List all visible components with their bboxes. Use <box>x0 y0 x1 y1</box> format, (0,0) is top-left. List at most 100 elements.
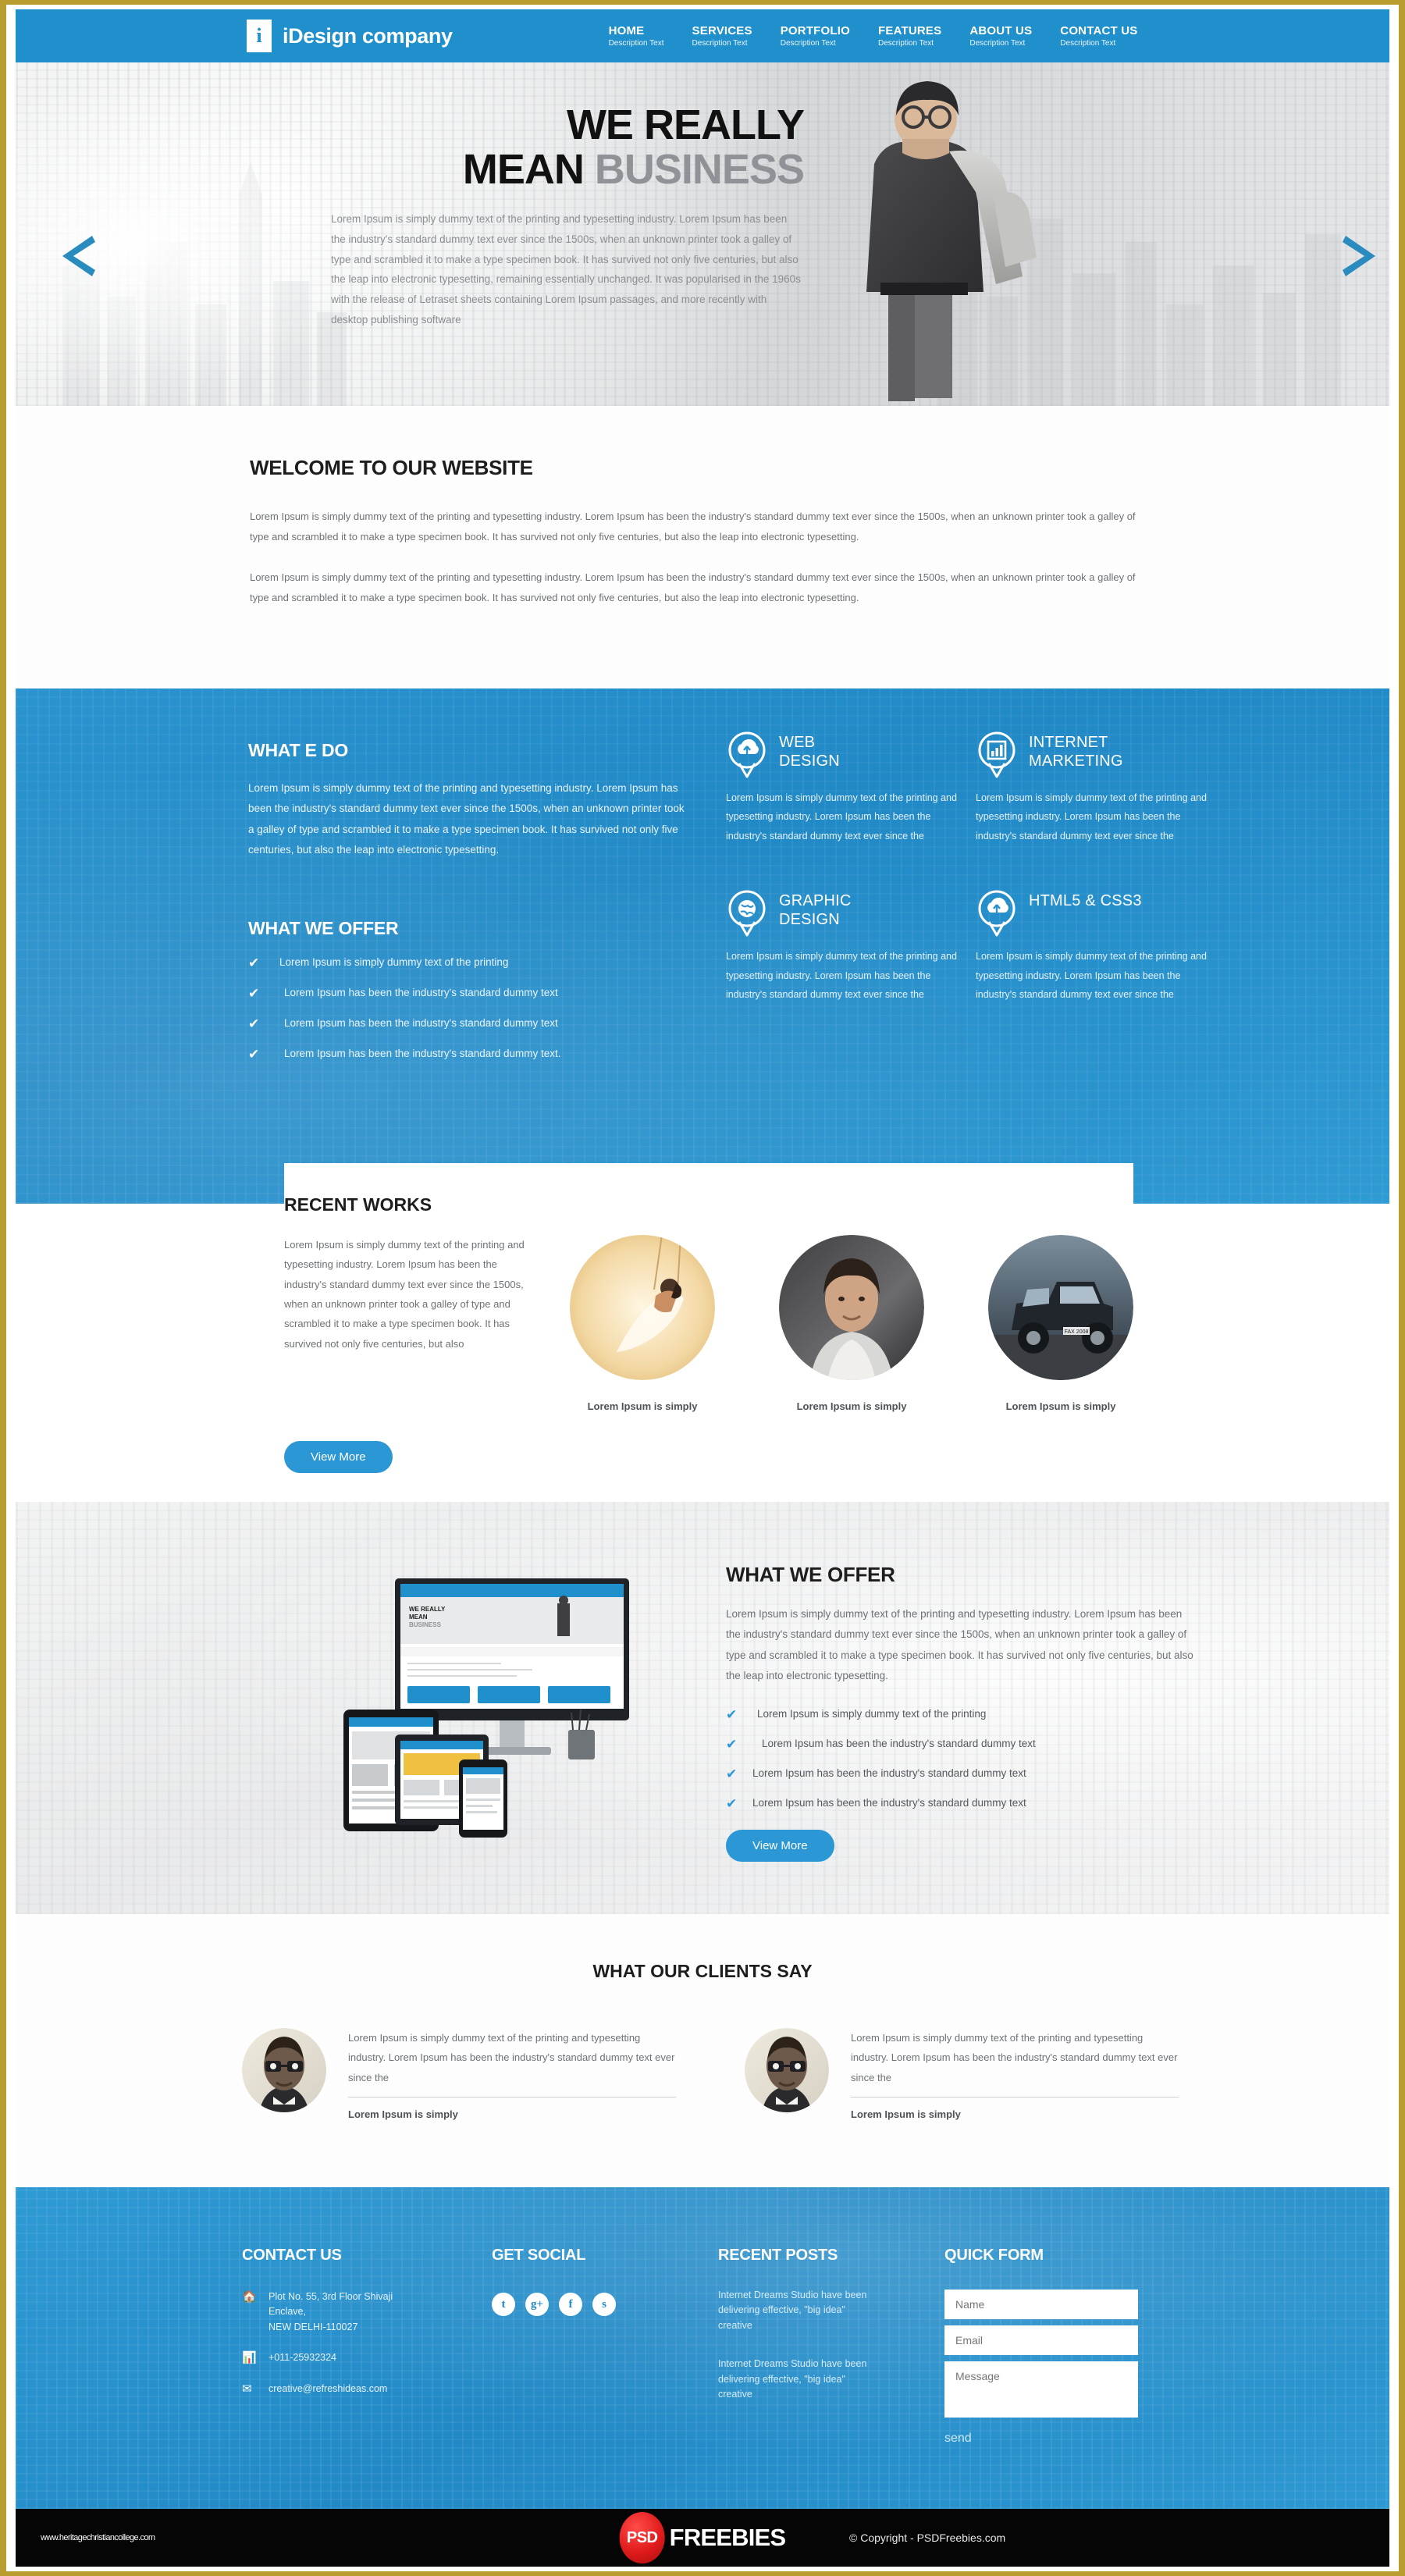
list-item-label: Lorem Ipsum has been the industry's stan… <box>284 987 558 999</box>
check-icon: ✔ <box>726 1707 738 1723</box>
address-line-3: NEW DELHI-110027 <box>269 2321 358 2332</box>
nav-label: CONTACT US <box>1060 24 1138 37</box>
footer-contact-title: CONTACT US <box>242 2247 342 2264</box>
recent-works-view-more-button[interactable]: View More <box>284 1441 393 1473</box>
testimonial-1: Lorem Ipsum is simply dummy text of the … <box>242 2028 676 2120</box>
name-field[interactable] <box>944 2290 1138 2319</box>
skype-icon[interactable]: s <box>592 2293 616 2316</box>
welcome-paragraph-2: Lorem Ipsum is simply dummy text of the … <box>250 571 1136 603</box>
nav-item-features[interactable]: FEATURES Description Text <box>878 24 941 48</box>
contact-phone[interactable]: 📊 +011-25932324 <box>242 2350 492 2366</box>
client-portrait-photo <box>242 2028 326 2112</box>
brand-name: iDesign company <box>283 23 453 48</box>
offer-view-more-button[interactable]: View More <box>726 1830 834 1862</box>
globe-pin-icon <box>726 889 768 938</box>
check-icon: ✔ <box>726 1767 738 1782</box>
google-plus-icon[interactable]: g+ <box>525 2293 549 2316</box>
check-icon: ✔ <box>726 1796 738 1812</box>
service-title-line1: INTERNET <box>1029 734 1108 751</box>
contact-email-text: creative@refreshideas.com <box>269 2382 388 2394</box>
nav-sublabel: Description Text <box>1060 39 1116 48</box>
list-item-label: Lorem Ipsum has been the industry's stan… <box>762 1738 1036 1750</box>
nav-label: ABOUT US <box>969 24 1033 37</box>
chevron-right-icon <box>1343 236 1375 276</box>
cloud-upload-pin-icon <box>726 731 768 779</box>
offer-section-title: WHAT WE OFFER <box>726 1563 895 1586</box>
welcome-paragraph-1: Lorem Ipsum is simply dummy text of the … <box>250 511 1136 543</box>
check-icon: ✔ <box>726 1737 738 1752</box>
nav-item-portfolio[interactable]: PORTFOLIO Description Text <box>781 24 850 48</box>
service-card-internet-marketing[interactable]: INTERNET MARKETING Lorem Ipsum is simply… <box>976 731 1210 845</box>
service-title-line2: DESIGN <box>779 752 840 770</box>
what-we-do-title: WHAT E DO <box>248 740 349 760</box>
nav-sublabel: Description Text <box>692 39 748 48</box>
twitter-icon[interactable]: t <box>492 2293 515 2316</box>
signal-bars-icon: 📊 <box>242 2351 257 2365</box>
list-item-label: Lorem Ipsum has been the industry's stan… <box>752 1767 1026 1780</box>
brand-logo[interactable]: i iDesign company <box>247 20 453 52</box>
nav-sublabel: Description Text <box>780 39 836 48</box>
list-item: ✔ Lorem Ipsum is simply dummy text of th… <box>248 956 685 970</box>
recent-works-copy: Lorem Ipsum is simply dummy text of the … <box>284 1235 542 1354</box>
list-item: ✔ Lorem Ipsum has been the industry's st… <box>248 987 685 1000</box>
bottom-bar: www.heritagechristiancollege.com PSD FRE… <box>16 2509 1389 2567</box>
service-card-graphic-design[interactable]: GRAPHIC DESIGN Lorem Ipsum is simply dum… <box>726 889 960 1004</box>
main-navigation: HOME Description Text SERVICES Descripti… <box>609 24 1138 48</box>
nav-item-home[interactable]: HOME Description Text <box>609 24 664 48</box>
contact-email[interactable]: ✉ creative@refreshideas.com <box>242 2382 492 2397</box>
service-card-title: INTERNET MARKETING <box>1029 731 1123 770</box>
service-title-line1: GRAPHIC <box>779 892 852 910</box>
facebook-icon[interactable]: f <box>559 2293 582 2316</box>
chevron-left-icon <box>62 236 95 276</box>
list-item: ✔ Lorem Ipsum has been the industry's st… <box>726 1797 1194 1810</box>
testimonial-2: Lorem Ipsum is simply dummy text of the … <box>745 2028 1179 2120</box>
list-item: ✔ Lorem Ipsum has been the industry's st… <box>248 1017 685 1030</box>
nav-sublabel: Description Text <box>969 39 1026 48</box>
testimonial-author: Lorem Ipsum is simply <box>851 2108 961 2121</box>
svg-text:FAX 2008: FAX 2008 <box>1065 1329 1089 1335</box>
testimonials-section: WHAT OUR CLIENTS SAY Lorem Ipsum is simp… <box>16 1914 1389 2187</box>
footer-form-title: QUICK FORM <box>944 2247 1044 2264</box>
what-we-do-body: Lorem Ipsum is simply dummy text of the … <box>248 782 685 856</box>
client-portrait-photo <box>745 2028 829 2112</box>
service-cards-grid: WEB DESIGN Lorem Ipsum is simply dummy t… <box>726 731 1210 1004</box>
hero-body-text: Lorem Ipsum is simply dummy text of the … <box>331 213 801 326</box>
message-field[interactable] <box>944 2361 1138 2418</box>
testimonials-grid: Lorem Ipsum is simply dummy text of the … <box>242 2028 1179 2120</box>
work-thumb-3[interactable]: FAX 2008 Lorem Ipsum is simply <box>988 1235 1133 1412</box>
recent-works-body: Lorem Ipsum is simply dummy text of the … <box>284 1239 525 1350</box>
mockup-frame: i iDesign company HOME Description Text … <box>6 5 1399 2571</box>
service-card-body: Lorem Ipsum is simply dummy text of the … <box>726 951 957 1000</box>
send-button[interactable]: send <box>944 2432 972 2446</box>
recent-post-item[interactable]: Internet Dreams Studio have been deliver… <box>718 2288 882 2333</box>
check-icon: ✔ <box>248 955 260 971</box>
email-field[interactable] <box>944 2325 1138 2355</box>
watermark-url: www.heritagechristiancollege.com <box>41 2533 155 2542</box>
service-card-body: Lorem Ipsum is simply dummy text of the … <box>976 951 1207 1000</box>
service-card-title: GRAPHIC DESIGN <box>779 889 852 929</box>
hero-headline-line2-strong: MEAN <box>462 146 585 194</box>
list-item-label: Lorem Ipsum has been the industry's stan… <box>284 1017 558 1030</box>
svg-text:MEAN: MEAN <box>409 1614 428 1621</box>
nav-item-about-us[interactable]: ABOUT US Description Text <box>969 24 1032 48</box>
recent-post-item[interactable]: Internet Dreams Studio have been deliver… <box>718 2357 882 2402</box>
psd-badge-icon: PSD <box>619 2512 665 2564</box>
envelope-icon: ✉ <box>242 2382 252 2396</box>
footer-quick-form-column: QUICK FORM send <box>944 2247 1179 2446</box>
nav-item-services[interactable]: SERVICES Description Text <box>692 24 752 48</box>
work-thumb-2[interactable]: Lorem Ipsum is simply <box>779 1235 924 1412</box>
nav-label: PORTFOLIO <box>780 24 851 37</box>
nav-item-contact-us[interactable]: CONTACT US Description Text <box>1060 24 1137 48</box>
footer-social-column: GET SOCIAL t g+ f s <box>492 2247 718 2446</box>
service-card-body: Lorem Ipsum is simply dummy text of the … <box>726 792 957 841</box>
nav-label: SERVICES <box>692 24 752 37</box>
what-we-offer-list: ✔ Lorem Ipsum is simply dummy text of th… <box>248 956 685 1061</box>
off-road-vehicle-photo: FAX 2008 <box>988 1235 1133 1380</box>
service-card-html5-css3[interactable]: HTML5 & CSS3 Lorem Ipsum is simply dummy… <box>976 889 1210 1004</box>
address-line-1: Plot No. 55, 3rd Floor Shivaji <box>269 2291 393 2302</box>
service-card-web-design[interactable]: WEB DESIGN Lorem Ipsum is simply dummy t… <box>726 731 960 845</box>
work-thumb-1[interactable]: Lorem Ipsum is simply <box>570 1235 715 1412</box>
nav-label: HOME <box>608 24 645 37</box>
footer-recent-posts-column: RECENT POSTS Internet Dreams Studio have… <box>718 2247 944 2446</box>
work-thumb-caption: Lorem Ipsum is simply <box>796 1400 907 1412</box>
